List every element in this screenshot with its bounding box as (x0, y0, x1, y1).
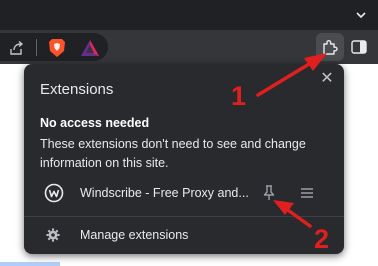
extensions-popup: Extensions ✕ No access needed These exte… (24, 64, 344, 254)
browser-tab-strip (0, 0, 378, 30)
pin-button[interactable] (260, 184, 278, 202)
browser-toolbar (0, 30, 378, 64)
popup-divider (24, 216, 344, 217)
extension-menu-button[interactable] (298, 185, 316, 201)
side-panel-icon[interactable] (350, 39, 368, 55)
extensions-puzzle-icon (323, 40, 338, 55)
share-icon[interactable] (8, 39, 26, 57)
chevron-down-icon[interactable] (354, 8, 368, 22)
page-content-strip (0, 262, 60, 266)
extensions-button[interactable] (316, 33, 344, 61)
popup-title: Extensions (40, 81, 114, 98)
close-icon: ✕ (320, 70, 334, 87)
gear-icon (46, 228, 60, 242)
brave-shields-icon[interactable] (48, 38, 66, 58)
windscribe-logo-icon (44, 183, 64, 203)
annotation-step-1: 1 (231, 81, 247, 111)
no-access-description: These extensions don't need to see and c… (40, 137, 306, 170)
extension-row-windscribe[interactable]: Windscribe - Free Proxy and... (24, 178, 344, 208)
omnibox-divider (36, 39, 37, 56)
pin-icon (263, 185, 275, 200)
manage-extensions-link[interactable]: Manage extensions (24, 222, 344, 248)
annotation-step-2: 2 (314, 224, 330, 254)
manage-extensions-label: Manage extensions (80, 228, 189, 242)
no-access-heading: No access needed (40, 116, 150, 130)
brave-rewards-icon[interactable] (80, 39, 100, 57)
close-button[interactable]: ✕ (317, 69, 337, 89)
more-menu-icon (301, 188, 313, 198)
extension-name: Windscribe - Free Proxy and... (80, 186, 249, 200)
